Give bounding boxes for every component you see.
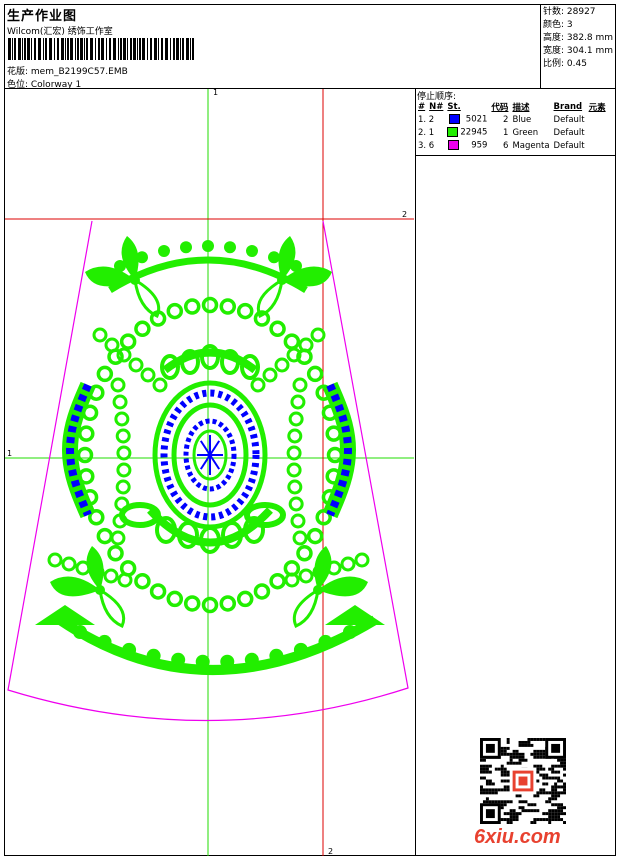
bead-ring	[288, 496, 304, 512]
arch-scallop	[180, 241, 192, 254]
bead-ring	[112, 394, 128, 410]
bow-knot	[130, 275, 140, 285]
bead-ring	[292, 377, 308, 393]
qr-code	[480, 738, 566, 824]
bead-ring	[219, 595, 237, 612]
bead-ring	[166, 302, 184, 320]
embroidery-motifs	[35, 236, 385, 675]
bead-ring	[283, 333, 301, 350]
bead-ring	[76, 446, 94, 464]
bead-ring	[286, 445, 302, 461]
bow-knot	[95, 585, 105, 595]
bead-ring	[286, 462, 302, 478]
bead-ring	[128, 357, 144, 373]
bead-ring	[116, 347, 132, 363]
arch-scallop	[158, 245, 170, 257]
bead-ring	[115, 428, 131, 444]
garland-scallop	[73, 625, 87, 639]
bead-ring	[140, 367, 156, 383]
star-ray	[199, 440, 211, 456]
bead-ring	[149, 583, 167, 600]
bead-ring	[201, 596, 219, 614]
bead-ring	[310, 327, 326, 343]
bead-ring	[236, 302, 254, 320]
garland-scallop	[220, 654, 235, 669]
bow-tail	[292, 587, 320, 628]
bead-ring	[116, 462, 132, 478]
bead-ring	[110, 530, 126, 546]
bead-ring	[219, 298, 237, 315]
garland-scallop	[269, 648, 284, 663]
garland-scallop	[146, 648, 161, 663]
bead-ring	[115, 479, 131, 495]
star-ray	[199, 454, 211, 470]
garland-scallop	[244, 652, 259, 667]
bead-ring	[292, 530, 308, 546]
bow-tail	[98, 587, 126, 628]
bead-ring	[290, 394, 306, 410]
bead-ring	[201, 296, 219, 314]
bead-ring	[269, 320, 286, 338]
bow-knot	[277, 275, 287, 285]
axis-label-top: 1	[213, 88, 219, 97]
bead-ring	[287, 479, 303, 495]
bead-ring	[96, 527, 114, 545]
bead-ring	[166, 590, 184, 608]
bead-ring	[287, 428, 303, 444]
bead-ring	[134, 320, 151, 338]
garland-scallop	[343, 625, 357, 639]
garland-scallop	[195, 654, 210, 669]
bead-ring	[183, 595, 201, 612]
bead-ring	[152, 377, 168, 393]
bead-ring	[262, 367, 278, 383]
embroidery-preview	[5, 89, 414, 856]
bead-ring	[306, 365, 324, 383]
bead-ring	[103, 568, 119, 584]
star-ray	[209, 454, 221, 470]
bead-ring	[274, 357, 290, 373]
bead-ring	[290, 513, 306, 529]
fringe-right	[325, 605, 385, 625]
bead-ring	[236, 590, 254, 608]
bead-ring	[47, 552, 63, 568]
bead-ring	[183, 298, 201, 315]
bead-ring	[134, 572, 151, 590]
bead-ring	[354, 552, 370, 568]
arch-scallop	[268, 251, 280, 264]
bead-ring	[250, 377, 266, 393]
arch-scallop	[202, 240, 214, 252]
axis-label-left: 1	[7, 449, 13, 458]
axis-label-right: 2	[402, 210, 408, 219]
bead-ring	[114, 411, 130, 427]
watermark-logo: 6xiu.com	[474, 826, 561, 848]
fringe-left	[35, 605, 95, 625]
bead-ring	[298, 568, 314, 584]
bead-ring	[119, 333, 137, 350]
garland-scallop	[171, 652, 186, 667]
bead-ring	[116, 445, 132, 461]
bead-ring	[92, 327, 108, 343]
bead-ring	[61, 556, 77, 572]
bow-tail	[133, 277, 161, 318]
garland-scallop	[318, 634, 333, 649]
arch-scallop	[246, 245, 258, 257]
bead-ring	[110, 377, 126, 393]
bead-ring	[340, 556, 356, 572]
garland-scallop	[122, 642, 137, 657]
garland-scallop	[97, 634, 112, 649]
garland-scallop	[293, 642, 308, 657]
bead-ring	[104, 337, 120, 353]
bead-ring	[78, 425, 95, 442]
bead-ring	[253, 583, 271, 600]
bead-ring	[288, 411, 304, 427]
bead-ring	[306, 527, 324, 545]
arch-scallop	[224, 241, 236, 254]
bead-ring	[296, 544, 313, 562]
axis-label-bottom: 2	[328, 847, 334, 856]
bead-ring	[96, 365, 114, 383]
bow-knot	[313, 585, 323, 595]
bead-ring	[107, 544, 124, 562]
star-ray	[209, 440, 221, 456]
bead-ring	[269, 572, 286, 590]
